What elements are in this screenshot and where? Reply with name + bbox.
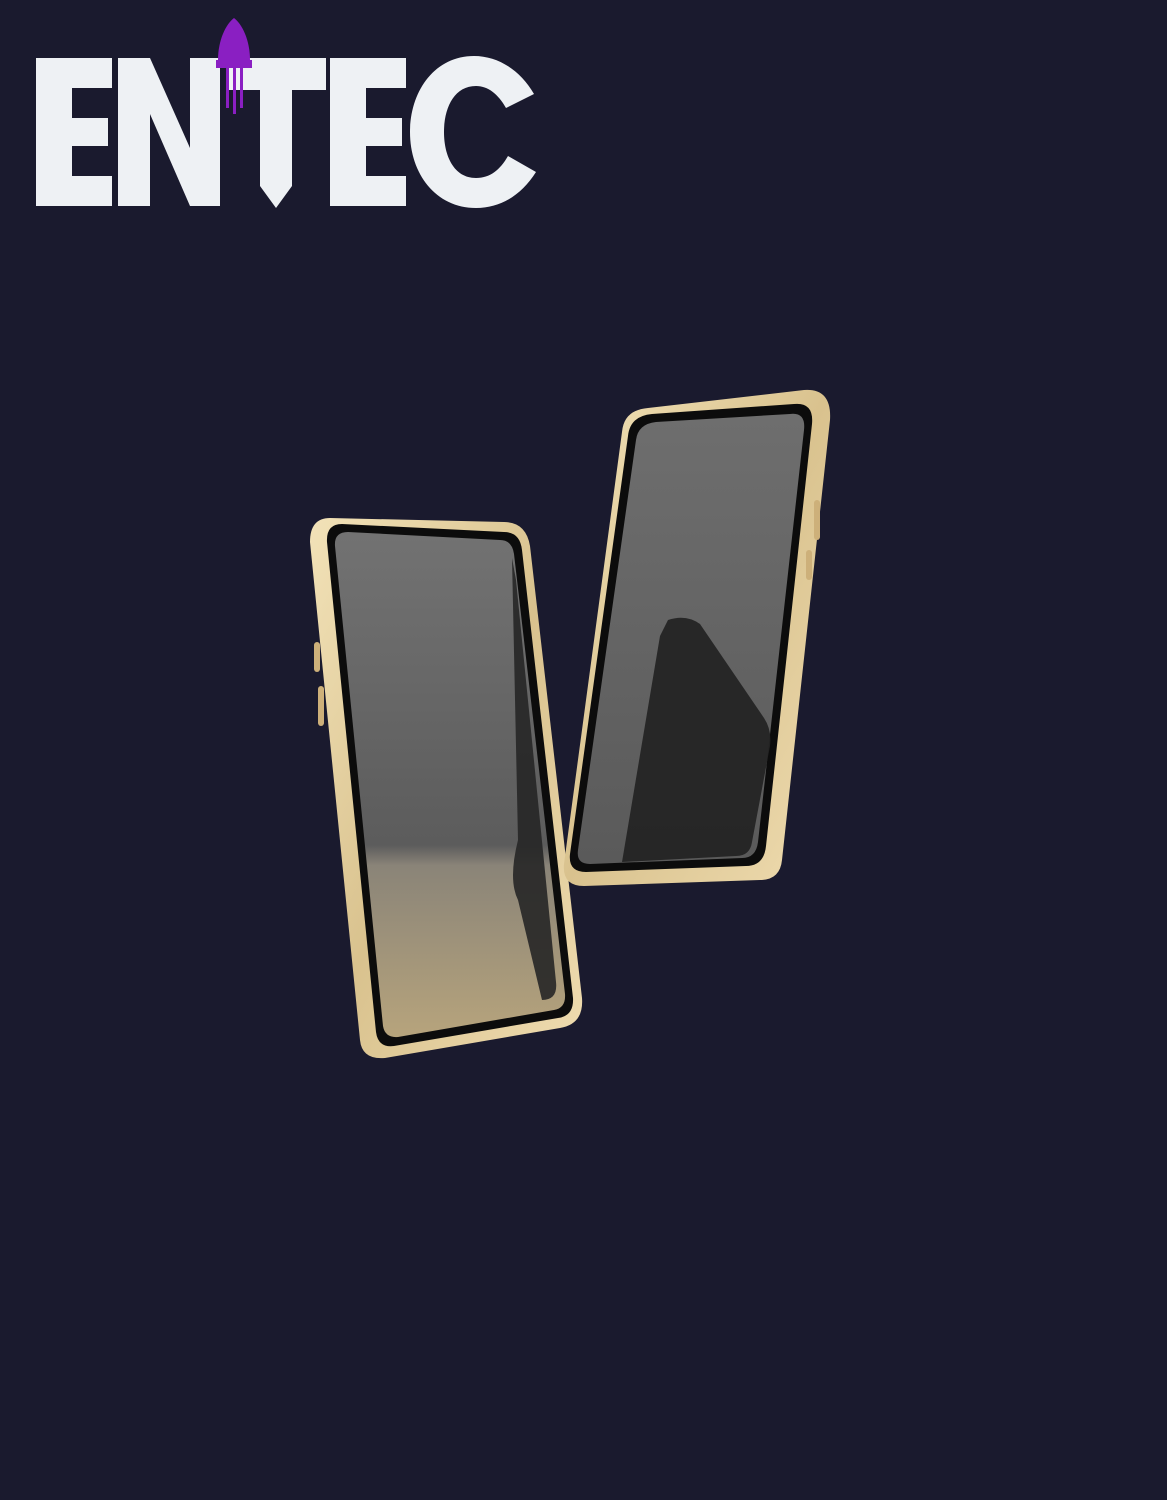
logo-letter-c bbox=[410, 56, 536, 208]
logo-letter-e bbox=[36, 58, 112, 206]
logo-letter-e2 bbox=[330, 58, 406, 206]
rocket-icon bbox=[216, 18, 252, 114]
logo-letter-n bbox=[118, 58, 220, 206]
hero-phones-illustration bbox=[310, 389, 831, 1059]
smartphone-left bbox=[310, 518, 583, 1059]
entec-logo bbox=[36, 18, 536, 208]
smartphone-right bbox=[563, 389, 831, 886]
